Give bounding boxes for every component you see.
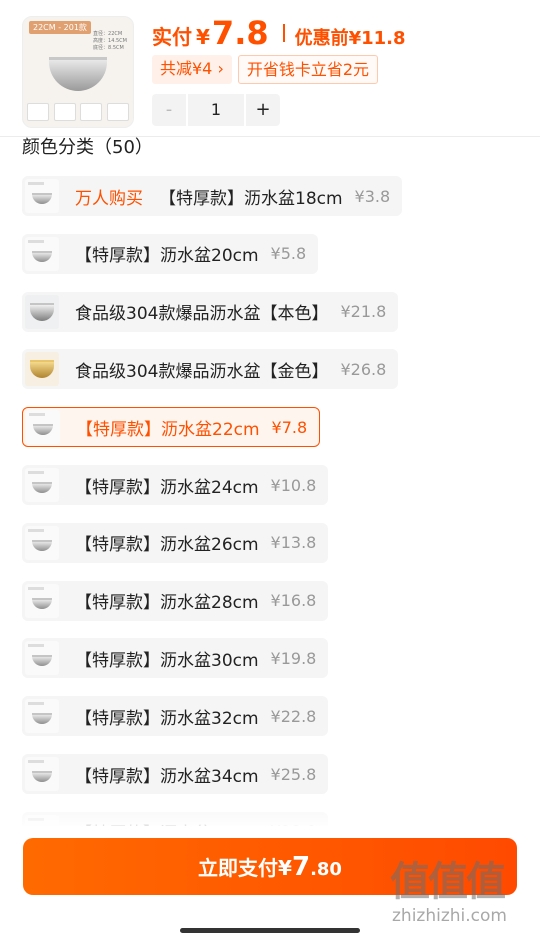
- option-name: 【特厚款】沥水盆26cm: [75, 535, 259, 556]
- option-item[interactable]: 【特厚款】沥水盆20cm ¥5.8: [22, 233, 319, 274]
- option-name: 【特厚款】沥水盆24cm: [75, 477, 259, 498]
- option-price: ¥26.8: [340, 359, 387, 379]
- bowl-icon: [33, 424, 53, 436]
- product-thumbnail[interactable]: 22CM - 201款 直径：22CM 高度：14.5CM 底径：8.5CM: [22, 16, 134, 128]
- watermark-logo: 值值值: [390, 859, 506, 905]
- option-thumbnail: [25, 294, 59, 329]
- option-item[interactable]: 万人购买 【特厚款】沥水盆18cm ¥3.8: [22, 176, 403, 216]
- option-name: 【特厚款】沥水盆34cm: [75, 766, 259, 787]
- home-indicator[interactable]: [180, 928, 360, 933]
- bowl-icon: [32, 193, 52, 204]
- saving-card-chip[interactable]: 开省钱卡立省2元: [237, 55, 379, 84]
- bowl-icon: [30, 360, 54, 379]
- thumb-feature-icons: [27, 103, 129, 121]
- bowl-icon: [32, 250, 52, 262]
- option-thumbnail: [25, 757, 59, 791]
- option-price: ¥16.8: [270, 591, 317, 611]
- option-thumbnail: [25, 699, 59, 734]
- option-list: 万人购买 【特厚款】沥水盆18cm ¥3.8 【特厚款】沥水盆20cm ¥5.8 食品级3…: [22, 176, 532, 826]
- bowl-icon: [30, 302, 54, 321]
- bowl-icon: [32, 713, 52, 725]
- option-name: 食品级304款爆品沥水盆【本色】: [75, 304, 329, 325]
- pay-amount-decimal: .80: [310, 859, 342, 880]
- currency-symbol: ¥: [196, 25, 210, 49]
- option-price: ¥5.8: [270, 244, 307, 264]
- discount-row: 共减¥4 › 开省钱卡立省2元: [152, 55, 379, 84]
- option-item[interactable]: 【特厚款】沥水盆26cm ¥13.8: [22, 522, 329, 563]
- bowl-image: [49, 57, 107, 91]
- option-item[interactable]: 食品级304款爆品沥水盆【本色】 ¥21.8: [22, 291, 399, 332]
- option-name: 【特厚款】沥水盆30cm: [75, 650, 259, 671]
- option-price: ¥13.8: [270, 533, 317, 553]
- discount-detail-chip[interactable]: 共减¥4 ›: [152, 55, 232, 84]
- option-thumbnail: [25, 641, 59, 676]
- option-name: 【特厚款】沥水盆20cm: [75, 246, 259, 267]
- option-name: 【特厚款】沥水盆22cm: [76, 419, 260, 440]
- option-thumbnail: [25, 352, 59, 387]
- thumb-specs: 直径：22CM 高度：14.5CM 底径：8.5CM: [93, 31, 127, 51]
- option-thumbnail: [25, 525, 59, 560]
- option-name: 【特厚款】沥水盆32cm: [75, 708, 259, 729]
- option-item[interactable]: 【特厚款】沥水盆22cm ¥7.8: [22, 407, 321, 448]
- option-item[interactable]: 【特厚款】沥水盆30cm ¥19.8: [22, 638, 329, 679]
- price-divider: [282, 24, 285, 42]
- bowl-icon: [32, 597, 52, 609]
- option-price: ¥3.8: [354, 186, 391, 206]
- option-thumbnail: [25, 179, 59, 213]
- option-name: 【特厚款】沥水盆28cm: [75, 593, 259, 614]
- option-thumbnail: [26, 410, 60, 445]
- bowl-icon: [32, 482, 52, 493]
- list-fade: [0, 796, 540, 830]
- price-row: 实付 ¥ 7.8 优惠前¥11.8: [152, 14, 406, 52]
- option-item[interactable]: 【特厚款】沥水盆28cm ¥16.8: [22, 580, 329, 621]
- option-price: ¥7.8: [271, 417, 308, 437]
- option-price: ¥19.8: [270, 648, 317, 668]
- option-price: ¥10.8: [270, 475, 317, 495]
- actual-price: 7.8: [211, 14, 269, 52]
- option-price: ¥21.8: [340, 302, 387, 322]
- bowl-icon: [32, 771, 52, 782]
- watermark-url: zhizhizhi.com: [392, 906, 507, 926]
- price-before-discount: 优惠前¥11.8: [294, 28, 406, 49]
- option-item[interactable]: 【特厚款】沥水盆34cm ¥25.8: [22, 754, 329, 794]
- option-thumbnail: [25, 236, 59, 271]
- bowl-icon: [32, 539, 52, 551]
- actual-pay-label: 实付: [152, 25, 192, 49]
- thumb-tag: 22CM - 201款: [29, 21, 91, 34]
- option-item[interactable]: 【特厚款】沥水盆32cm ¥22.8: [22, 696, 329, 737]
- option-thumbnail: [25, 468, 59, 502]
- bowl-icon: [32, 655, 52, 667]
- option-thumbnail: [25, 583, 59, 618]
- option-item[interactable]: 【特厚款】沥水盆24cm ¥10.8: [22, 465, 329, 505]
- product-header: 22CM - 201款 直径：22CM 高度：14.5CM 底径：8.5CM 实…: [0, 0, 540, 136]
- pay-amount-integer: 7: [291, 852, 311, 882]
- quantity-input[interactable]: 1: [188, 94, 244, 126]
- hot-tag: 万人购买: [75, 188, 143, 209]
- option-item[interactable]: 食品级304款爆品沥水盆【金色】 ¥26.8: [22, 349, 399, 390]
- pay-label: 立即支付¥: [198, 856, 292, 880]
- option-price: ¥25.8: [270, 764, 317, 784]
- quantity-stepper: - 1 +: [152, 94, 280, 126]
- option-price: ¥22.8: [270, 706, 317, 726]
- option-name: 【特厚款】沥水盆18cm: [159, 188, 343, 209]
- option-name: 食品级304款爆品沥水盆【金色】: [75, 361, 329, 382]
- increase-button[interactable]: +: [246, 94, 280, 126]
- section-title: 颜色分类（50）: [22, 137, 153, 158]
- watermark: 值值值 zhizhizhi.com: [390, 858, 530, 938]
- decrease-button[interactable]: -: [152, 94, 186, 126]
